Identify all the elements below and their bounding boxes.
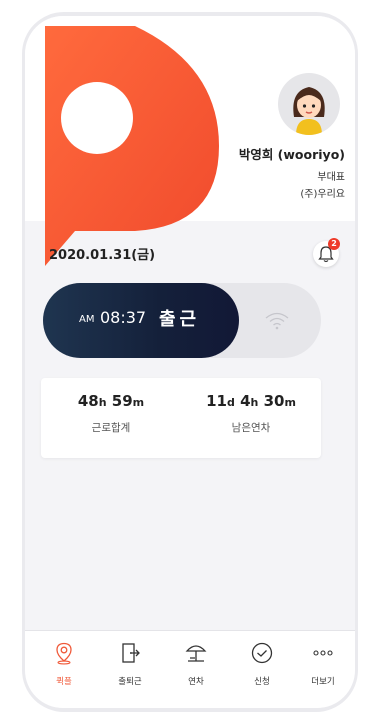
avatar[interactable] xyxy=(278,73,340,135)
leave-remaining-stat: 11d 4h 30m 남은연차 xyxy=(181,392,321,435)
clock-in-toggle-active[interactable]: AM 08:37 출근 xyxy=(43,283,239,358)
work-total-stat: 48h 59m 근로합계 xyxy=(41,392,181,435)
location-pin-icon xyxy=(56,642,72,665)
user-role: 부대표 xyxy=(317,172,345,183)
clock-in-toggle[interactable]: AM 08:37 출근 xyxy=(43,283,321,358)
tab-request-label: 신청 xyxy=(254,677,270,687)
tab-more-label: 더보기 xyxy=(311,677,335,687)
phone-frame: 박영희 (wooriyo) 부대표 (주)우리요 2020.01.31(금) 2… xyxy=(22,12,358,712)
app-screen: 박영희 (wooriyo) 부대표 (주)우리요 2020.01.31(금) 2… xyxy=(25,16,355,708)
tab-leave[interactable]: 연차 xyxy=(171,641,221,687)
door-exit-icon xyxy=(122,643,140,663)
tab-quick-label: 퀵플 xyxy=(56,677,72,687)
bottom-tab-bar: 퀵플 출퇴근 연차 신청 더보기 xyxy=(25,630,355,708)
more-dots-icon xyxy=(313,650,333,656)
tab-commute-label: 출퇴근 xyxy=(118,677,142,687)
leave-remaining-value: 11d 4h 30m xyxy=(206,392,296,410)
tab-more[interactable]: 더보기 xyxy=(298,641,348,687)
beach-umbrella-icon xyxy=(185,645,207,662)
check-circle-icon xyxy=(251,642,273,664)
tab-leave-label: 연차 xyxy=(188,677,204,687)
work-summary-card: 48h 59m 근로합계 11d 4h 30m 남은연차 xyxy=(41,378,321,458)
notification-badge: 2 xyxy=(328,238,340,250)
leave-remaining-label: 남은연차 xyxy=(231,422,271,434)
tab-quick[interactable]: 퀵플 xyxy=(39,641,89,687)
wifi-icon xyxy=(265,312,289,330)
time-ampm: AM xyxy=(79,314,95,325)
work-total-value: 48h 59m xyxy=(77,392,145,410)
current-date: 2020.01.31(금) xyxy=(49,248,156,263)
notification-button[interactable]: 2 xyxy=(313,238,340,267)
tab-commute[interactable]: 출퇴근 xyxy=(105,641,155,687)
clock-status-label: 출근 xyxy=(159,309,201,330)
profile-header: 박영희 (wooriyo) 부대표 (주)우리요 xyxy=(25,16,355,266)
clock-time: 08:37 xyxy=(100,308,147,327)
user-company: (주)우리요 xyxy=(300,189,345,200)
tab-request[interactable]: 신청 xyxy=(237,641,287,687)
avatar-illustration xyxy=(293,87,325,135)
brand-logo xyxy=(45,26,219,266)
user-name: 박영희 (wooriyo) xyxy=(238,147,345,162)
work-total-label: 근로합계 xyxy=(91,422,131,434)
